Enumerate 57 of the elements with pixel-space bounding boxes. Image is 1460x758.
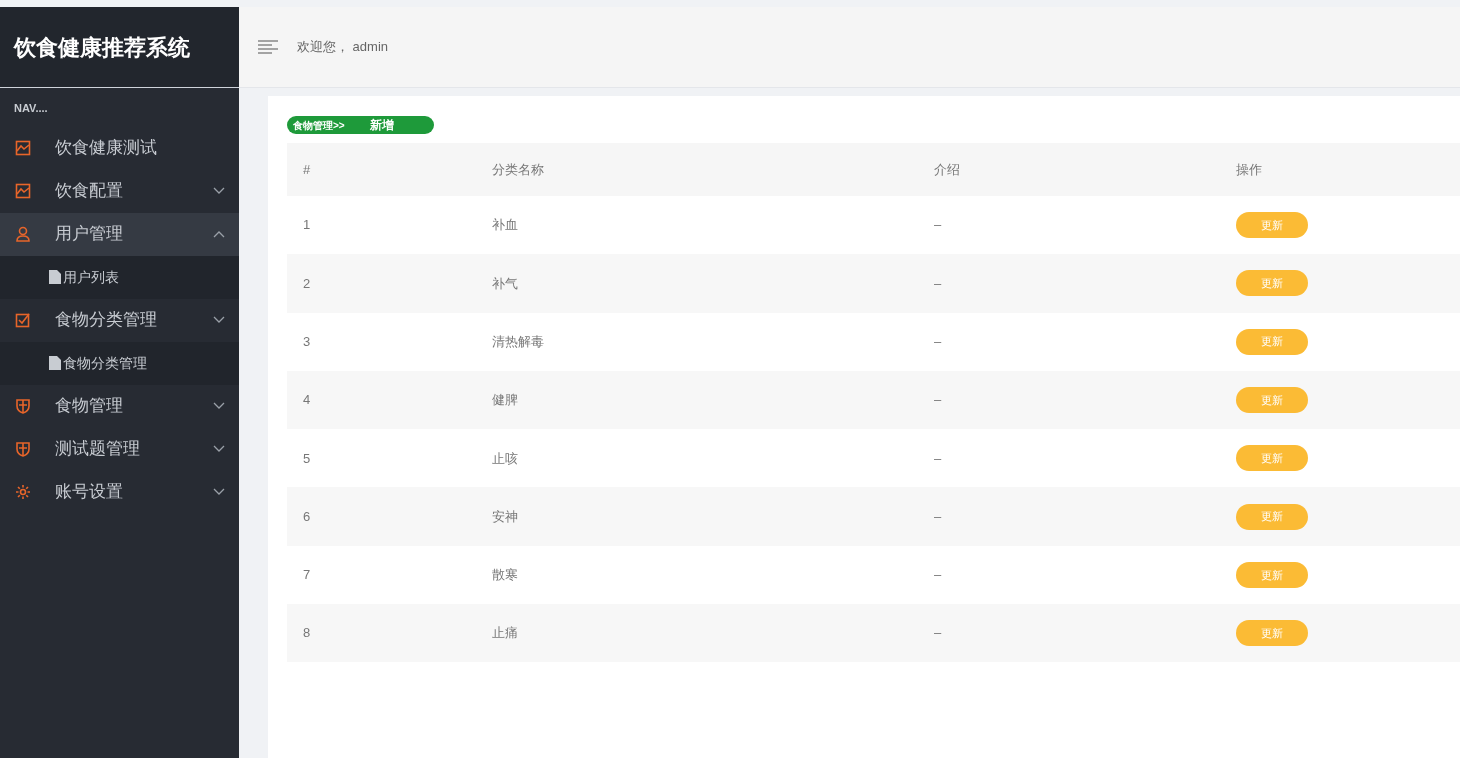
table-cell: 2 xyxy=(303,275,311,291)
chevron-down-icon xyxy=(213,402,225,410)
user-icon xyxy=(15,226,31,242)
table-cell: 1 xyxy=(303,217,311,233)
app-title: 饮食健康推荐系统 xyxy=(14,33,190,62)
welcome-text: 欢迎您， admin xyxy=(297,38,389,57)
table-cell: 7 xyxy=(303,567,311,583)
nav-subitem[interactable]: 用户列表 xyxy=(0,255,239,299)
table-cell: – xyxy=(934,334,942,349)
shield-icon xyxy=(15,441,31,457)
table-cell: 清热解毒 xyxy=(492,334,544,349)
table-cell: 止痛 xyxy=(492,625,518,641)
nav-subitem[interactable]: 食物分类管理 xyxy=(0,341,239,385)
table-cell: – xyxy=(934,625,942,641)
chevron-up-icon xyxy=(213,230,225,238)
nav-item[interactable]: 账号设置 xyxy=(0,470,239,514)
table-cell: 止咳 xyxy=(492,450,518,466)
chart-icon xyxy=(15,183,31,199)
menu-icon[interactable] xyxy=(258,40,278,54)
settings-icon xyxy=(15,484,31,500)
document-icon xyxy=(49,356,61,370)
table-cell: 4 xyxy=(303,392,311,408)
table-cell: 8 xyxy=(303,625,311,641)
nav-item[interactable]: 饮食健康测试 xyxy=(0,126,239,170)
column-header: 操作 xyxy=(1236,161,1262,177)
document-icon xyxy=(49,270,61,284)
chevron-down-icon xyxy=(213,316,225,324)
table-cell: – xyxy=(934,508,942,524)
chevron-down-icon xyxy=(213,488,225,496)
table-cell: – xyxy=(934,275,942,291)
table-cell: 散寒 xyxy=(492,567,518,583)
nav-section-label: NAV.... xyxy=(13,101,49,116)
nav-item[interactable]: 测试题管理 xyxy=(0,427,239,471)
column-header: 介绍 xyxy=(934,161,960,177)
nav-item[interactable]: 食物管理 xyxy=(0,384,239,428)
table-cell: 5 xyxy=(303,450,311,466)
checkbox-icon xyxy=(15,312,31,328)
table-cell: 3 xyxy=(303,334,311,349)
chart-icon xyxy=(15,140,31,156)
breadcrumb[interactable]: 食物管理>> 新增 xyxy=(287,116,434,134)
table-cell: 补血 xyxy=(492,217,518,233)
nav-item[interactable]: 用户管理 xyxy=(0,212,239,256)
table-cell: 安神 xyxy=(492,508,518,524)
column-header: 分类名称 xyxy=(492,161,544,177)
nav-item[interactable]: 食物分类管理 xyxy=(0,298,239,342)
chevron-down-icon xyxy=(213,445,225,453)
table-cell: – xyxy=(934,217,942,233)
table-cell: 补气 xyxy=(492,275,518,291)
table-cell: 6 xyxy=(303,508,311,524)
nav-item[interactable]: 饮食配置 xyxy=(0,169,239,213)
shield-icon xyxy=(15,398,31,414)
table-cell: 健脾 xyxy=(492,392,518,408)
column-header: # xyxy=(303,161,311,177)
table-cell: – xyxy=(934,567,942,583)
table-cell: – xyxy=(934,450,942,466)
table-cell: – xyxy=(934,392,942,408)
chevron-down-icon xyxy=(213,187,225,195)
